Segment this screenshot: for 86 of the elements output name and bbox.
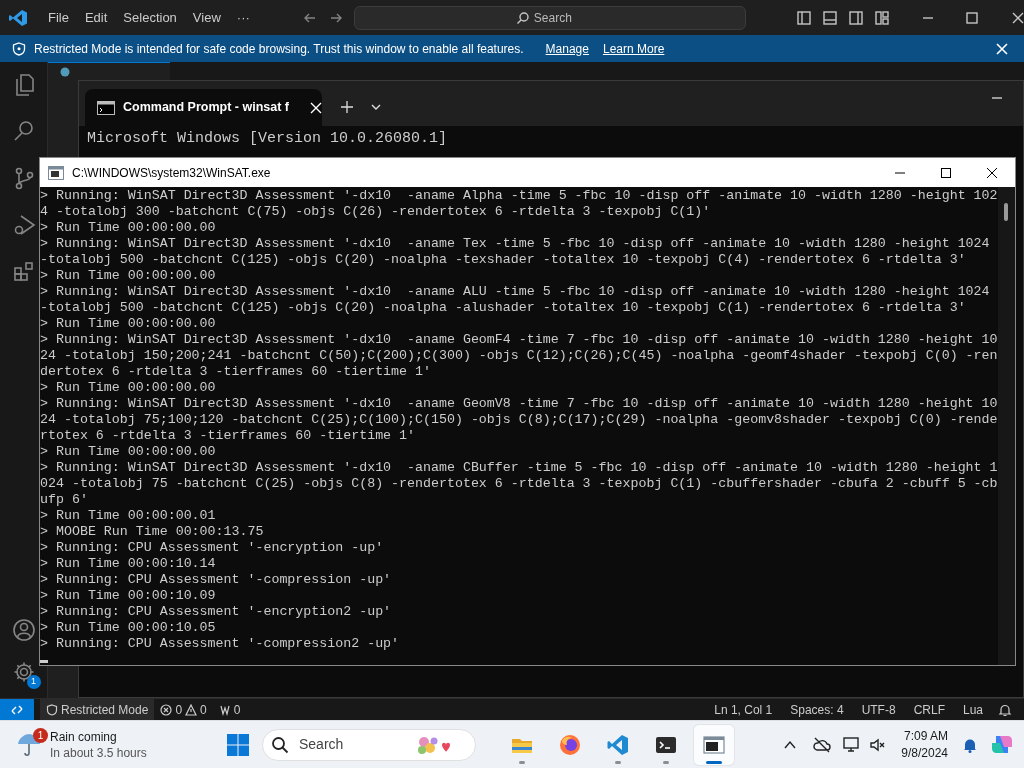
banner-message: Restricted Mode is intended for safe code browsing. Trust this window to enable all features. bbox=[34, 40, 524, 58]
ports-button[interactable]: 0 bbox=[212, 698, 247, 721]
console-line: > Run Time 00:00:00.00 bbox=[40, 444, 217, 460]
terminal-line: Microsoft Windows [Version 10.0.26080.1] bbox=[87, 129, 449, 148]
close-icon bbox=[987, 167, 997, 178]
console-line: > Running: CPU Assessment '-compression2 -up' bbox=[40, 636, 401, 652]
status-item[interactable]: UTF-8 bbox=[852, 698, 905, 721]
console-line: > Run Time 00:00:10.09 bbox=[40, 588, 217, 604]
console-line: > Run Time 00:00:10.14 bbox=[40, 556, 217, 572]
text-cursor bbox=[40, 660, 48, 663]
console-line: > Running: WinSAT Direct3D Assessment '-dx10 -aname ALU -time 5 -fbc 10 -disp off -animate 10 -width 1280 -height 1024 -totalobj 500 -batchcnt C(125) -objs C(20) -noalpha -alushader -totaltex 10 -texpobj C(1) -rendertotex 6 -rtdelta 3' bbox=[40, 284, 991, 316]
primary-sidebar-icon[interactable] bbox=[795, 9, 812, 26]
status-item[interactable]: Spaces: 4 bbox=[781, 698, 853, 721]
banner-link[interactable]: Learn More bbox=[602, 39, 665, 58]
console-line: > Running: CPU Assessment '-encryption2 -up' bbox=[40, 604, 393, 620]
remote-button[interactable] bbox=[0, 698, 34, 721]
weather-subtitle: In about 3.5 hours bbox=[50, 744, 147, 761]
menu-item[interactable]: View bbox=[184, 7, 229, 28]
taskbar-search-field[interactable]: Search bbox=[297, 733, 407, 756]
console-line: > Running: CPU Assessment '-compression -up' bbox=[40, 572, 393, 588]
taskbar-search-box[interactable]: Search bbox=[262, 728, 476, 761]
search-icon bbox=[271, 735, 289, 754]
console-line: > Run Time 00:00:00.00 bbox=[40, 380, 217, 396]
console-line: > Run Time 00:00:00.00 bbox=[40, 268, 217, 284]
menu-item[interactable]: ··· bbox=[228, 7, 258, 28]
editor-tab[interactable] bbox=[48, 62, 170, 80]
notification-badge: 1 bbox=[26, 675, 41, 689]
restricted-mode-button[interactable]: Restricted Mode bbox=[40, 698, 155, 721]
new-tab-icon[interactable] bbox=[340, 100, 354, 114]
lua-file-icon bbox=[60, 66, 70, 77]
console-line: > MOOBE Run Time 00:00:13.75 bbox=[40, 524, 265, 540]
banner-link[interactable]: Manage bbox=[545, 39, 589, 58]
error-icon bbox=[160, 703, 173, 716]
window-title: C:\WINDOWS\system32\WinSAT.exe bbox=[72, 164, 271, 182]
console-line: > Running: WinSAT Direct3D Assessment '-dx10 -aname Alpha -time 5 -fbc 10 -disp off -animate 10 -width 1280 -height 1024 -totalobj 300 -batchcnt C(75) -objs C(26) -rendertotex 6 -rtdelta 3 -texpobj C(1)' bbox=[40, 188, 999, 220]
console-line: > Running: WinSAT Direct3D Assessment '-dx10 -aname GeomF4 -time 7 -fbc 10 -disp off -animate 10 -width 1280 -height 1024 -totalobj 150;200;241 -batchcnt C(50);C(200);C(300) -objs C(12);C(26);C(45) -noalpha -geomf4shader -texpobj C(0) -rendertotex 6 -rtdelta 3 -tierframes 60 -tiertime 1' bbox=[40, 332, 999, 380]
clock-button[interactable]: 7:09 AM 9/8/2024 bbox=[897, 727, 952, 762]
bell-icon[interactable] bbox=[998, 702, 1012, 717]
search-box[interactable]: Search bbox=[353, 5, 746, 30]
console-line: > Run Time 00:00:00.00 bbox=[40, 316, 217, 332]
console-line: > Running: WinSAT Direct3D Assessment '-dx10 -aname Tex -time 5 -fbc 10 -disp off -animate 10 -width 1280 -height 1024 -totalobj 500 -batchcnt C(125) -objs C(20) -noalpha -texshader -totaltex 10 -texpobj C(4) -rendertotex 6 -rtdelta 3' bbox=[40, 236, 991, 268]
console-line: > Run Time 00:00:00.00 bbox=[40, 220, 217, 236]
taskbar-app-button[interactable] bbox=[694, 724, 734, 765]
status-item[interactable]: Lua bbox=[953, 698, 992, 721]
weather-title: Rain coming bbox=[50, 728, 118, 745]
menu-item[interactable]: Selection bbox=[115, 7, 185, 28]
search-field[interactable]: Search bbox=[533, 8, 584, 27]
console-line: > Running: CPU Assessment '-encryption -up' bbox=[40, 540, 385, 556]
shield-icon bbox=[12, 41, 26, 56]
menu-item[interactable]: File bbox=[40, 7, 77, 28]
app-logo-icon bbox=[8, 7, 28, 28]
close-icon[interactable] bbox=[1011, 11, 1024, 24]
warning-icon bbox=[185, 703, 198, 716]
layout-icon[interactable] bbox=[873, 9, 890, 26]
shield-icon bbox=[46, 703, 58, 716]
panel-icon[interactable] bbox=[821, 9, 838, 26]
code-editor-icon bbox=[606, 732, 630, 757]
console-line: > Running: WinSAT Direct3D Assessment '-dx10 -aname GeomV8 -time 7 -fbc 10 -disp off -animate 10 -width 1280 -height 1024 -totalobj 75;100;120 -batchcnt C(25);C(100);C(150) -objs C(8);C(17);C(29) -noalpha -geomv8shader -texpobj C(0) -rendertotex 6 -rtdelta 3 -tierframes 60 -tiertime 1' bbox=[40, 396, 999, 444]
console-line: > Run Time 00:00:00.01 bbox=[40, 508, 217, 524]
menu-item[interactable]: Edit bbox=[76, 7, 116, 28]
error-count: 0 bbox=[175, 701, 183, 719]
scrollbar[interactable] bbox=[998, 187, 1015, 665]
command-prompt-icon bbox=[97, 100, 115, 115]
start-button-icon[interactable] bbox=[226, 732, 250, 757]
extensions-icon[interactable] bbox=[11, 260, 36, 284]
warning-count: 0 bbox=[200, 701, 207, 719]
status-item[interactable]: Ln 1, Col 1 bbox=[705, 698, 782, 721]
status-item[interactable]: CRLF bbox=[904, 698, 954, 721]
clock-time: 7:09 AM bbox=[903, 727, 948, 745]
problems-button[interactable]: 0 0 bbox=[154, 698, 213, 721]
cloud-off-icon[interactable] bbox=[813, 736, 832, 753]
search-icon bbox=[515, 10, 530, 25]
console-line: > Running: WinSAT Direct3D Assessment '-dx10 -aname CBuffer -time 5 -fbc 10 -disp off -animate 10 -width 1280 -height 1024 -totalobj 75 -batchcnt C(25) -objs C(8) -rendertotex 6 -rtdelta 3 -texpobj C(1) -cbuffershader -cbufa 2 -cbuff 5 -cbufp 6' bbox=[40, 460, 999, 508]
clock-date: 9/8/2024 bbox=[901, 744, 948, 762]
monitor-icon[interactable] bbox=[843, 736, 862, 753]
console-app-icon bbox=[48, 165, 64, 180]
notification-badge: 1 bbox=[33, 727, 48, 743]
maximize-icon bbox=[941, 167, 951, 178]
scrollbar-thumb[interactable] bbox=[1004, 203, 1009, 221]
terminal-tab[interactable]: Command Prompt - winsat f bbox=[85, 89, 322, 126]
browser-icon bbox=[558, 732, 582, 757]
console-line: > Run Time 00:00:10.05 bbox=[40, 620, 217, 636]
maximize-icon[interactable] bbox=[965, 11, 978, 24]
tab-title: Command Prompt - winsat f bbox=[123, 99, 290, 117]
account-icon[interactable] bbox=[11, 618, 36, 643]
secondary-sidebar-icon[interactable] bbox=[847, 9, 864, 26]
